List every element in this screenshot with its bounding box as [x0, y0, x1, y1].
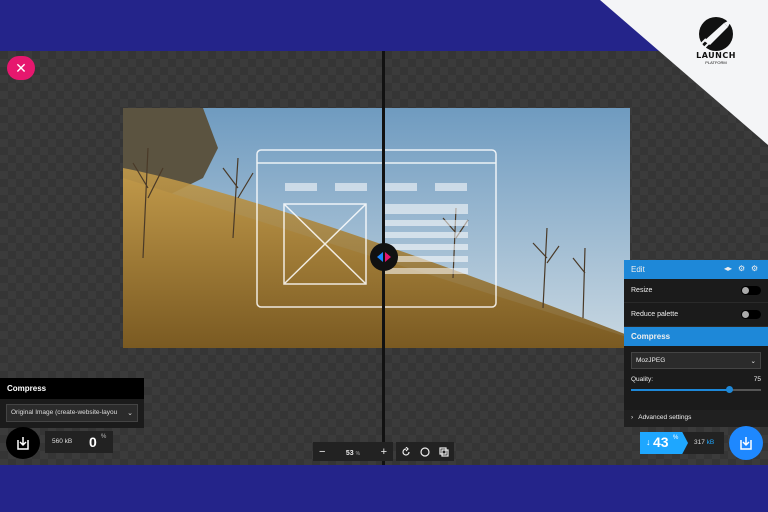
original-percent: 0 [89, 434, 97, 450]
quality-slider-fill [631, 389, 729, 391]
quality-label: Quality: [631, 376, 654, 383]
background-toggle-icon[interactable] [420, 446, 430, 457]
view-tools [396, 442, 454, 461]
quality-slider[interactable] [631, 386, 761, 393]
original-stats: 560 kB 0 % [45, 431, 113, 453]
savings-percent: 43 [653, 434, 669, 450]
chevron-down-icon: ⌄ [127, 410, 133, 417]
reset-icon[interactable]: ⚙ [751, 264, 758, 273]
zoom-level: 53% [346, 446, 360, 458]
rotate-icon[interactable] [401, 446, 411, 457]
left-compress-panel: Compress Original Image (create-website-… [0, 378, 144, 428]
chevron-right-icon: › [631, 414, 634, 421]
right-settings-panel: Edit ◂▸ ⚙ ⚙ Resize Reduce palette Compre… [624, 260, 768, 427]
advanced-settings-label: Advanced settings [638, 414, 692, 421]
down-arrow-icon: ↓ [646, 437, 651, 447]
zoom-out-button[interactable]: − [319, 446, 325, 458]
left-format-value: Original Image (create-website-layou [11, 409, 118, 416]
resize-label: Resize [631, 287, 653, 294]
reduce-palette-label: Reduce palette [631, 311, 679, 318]
quality-control: Quality: 75 [624, 369, 768, 393]
brand-name: LAUNCH [696, 51, 736, 60]
download-original-button[interactable] [6, 427, 40, 459]
compress-header: Compress [624, 327, 768, 346]
savings-badge: ↓ 43 % [640, 432, 688, 454]
original-percent-sign: % [101, 434, 107, 440]
edit-header: Edit ◂▸ ⚙ ⚙ [624, 260, 768, 279]
codec-value: MozJPEG [636, 357, 666, 364]
zoom-value: 53 [345, 449, 354, 457]
preview-image [123, 108, 630, 348]
zoom-controls: − 53% + [313, 442, 393, 461]
settings-icon[interactable]: ⚙ [738, 264, 745, 273]
brand-subtitle: PLATFORM [705, 60, 727, 65]
savings-percent-sign: % [673, 435, 679, 441]
quality-value: 75 [753, 376, 761, 383]
close-button[interactable]: ✕ [7, 56, 35, 80]
edit-title: Edit [631, 265, 645, 274]
close-icon: ✕ [15, 59, 27, 76]
compressed-size: 317 kB [694, 439, 714, 446]
download-compressed-button[interactable] [729, 426, 763, 460]
advanced-settings-toggle[interactable]: › Advanced settings [624, 410, 768, 427]
compressed-size-unit: kB [706, 439, 715, 446]
reduce-palette-row: Reduce palette [624, 303, 768, 327]
compare-icon[interactable]: ◂▸ [724, 264, 732, 273]
compressed-size-value: 317 [694, 439, 705, 446]
compare-arrows-icon [377, 252, 391, 262]
chevron-down-icon: ⌄ [750, 358, 756, 365]
original-size: 560 kB [52, 438, 73, 445]
bottom-banner [0, 465, 768, 512]
download-icon [17, 437, 29, 450]
zoom-percent-sign: % [355, 450, 361, 457]
resize-toggle[interactable] [741, 286, 761, 295]
left-format-select[interactable]: Original Image (create-website-layou ⌄ [6, 404, 138, 422]
download-icon [740, 437, 752, 450]
compressed-stats: ↓ 43 % 317 kB [640, 432, 724, 454]
side-by-side-icon[interactable] [439, 446, 449, 457]
zoom-in-button[interactable]: + [381, 446, 387, 458]
codec-select[interactable]: MozJPEG ⌄ [631, 352, 761, 369]
quality-slider-thumb[interactable] [725, 386, 733, 393]
reduce-palette-toggle[interactable] [741, 310, 761, 319]
resize-row: Resize [624, 279, 768, 303]
compare-handle[interactable] [370, 243, 398, 271]
left-compress-header: Compress [0, 378, 144, 399]
